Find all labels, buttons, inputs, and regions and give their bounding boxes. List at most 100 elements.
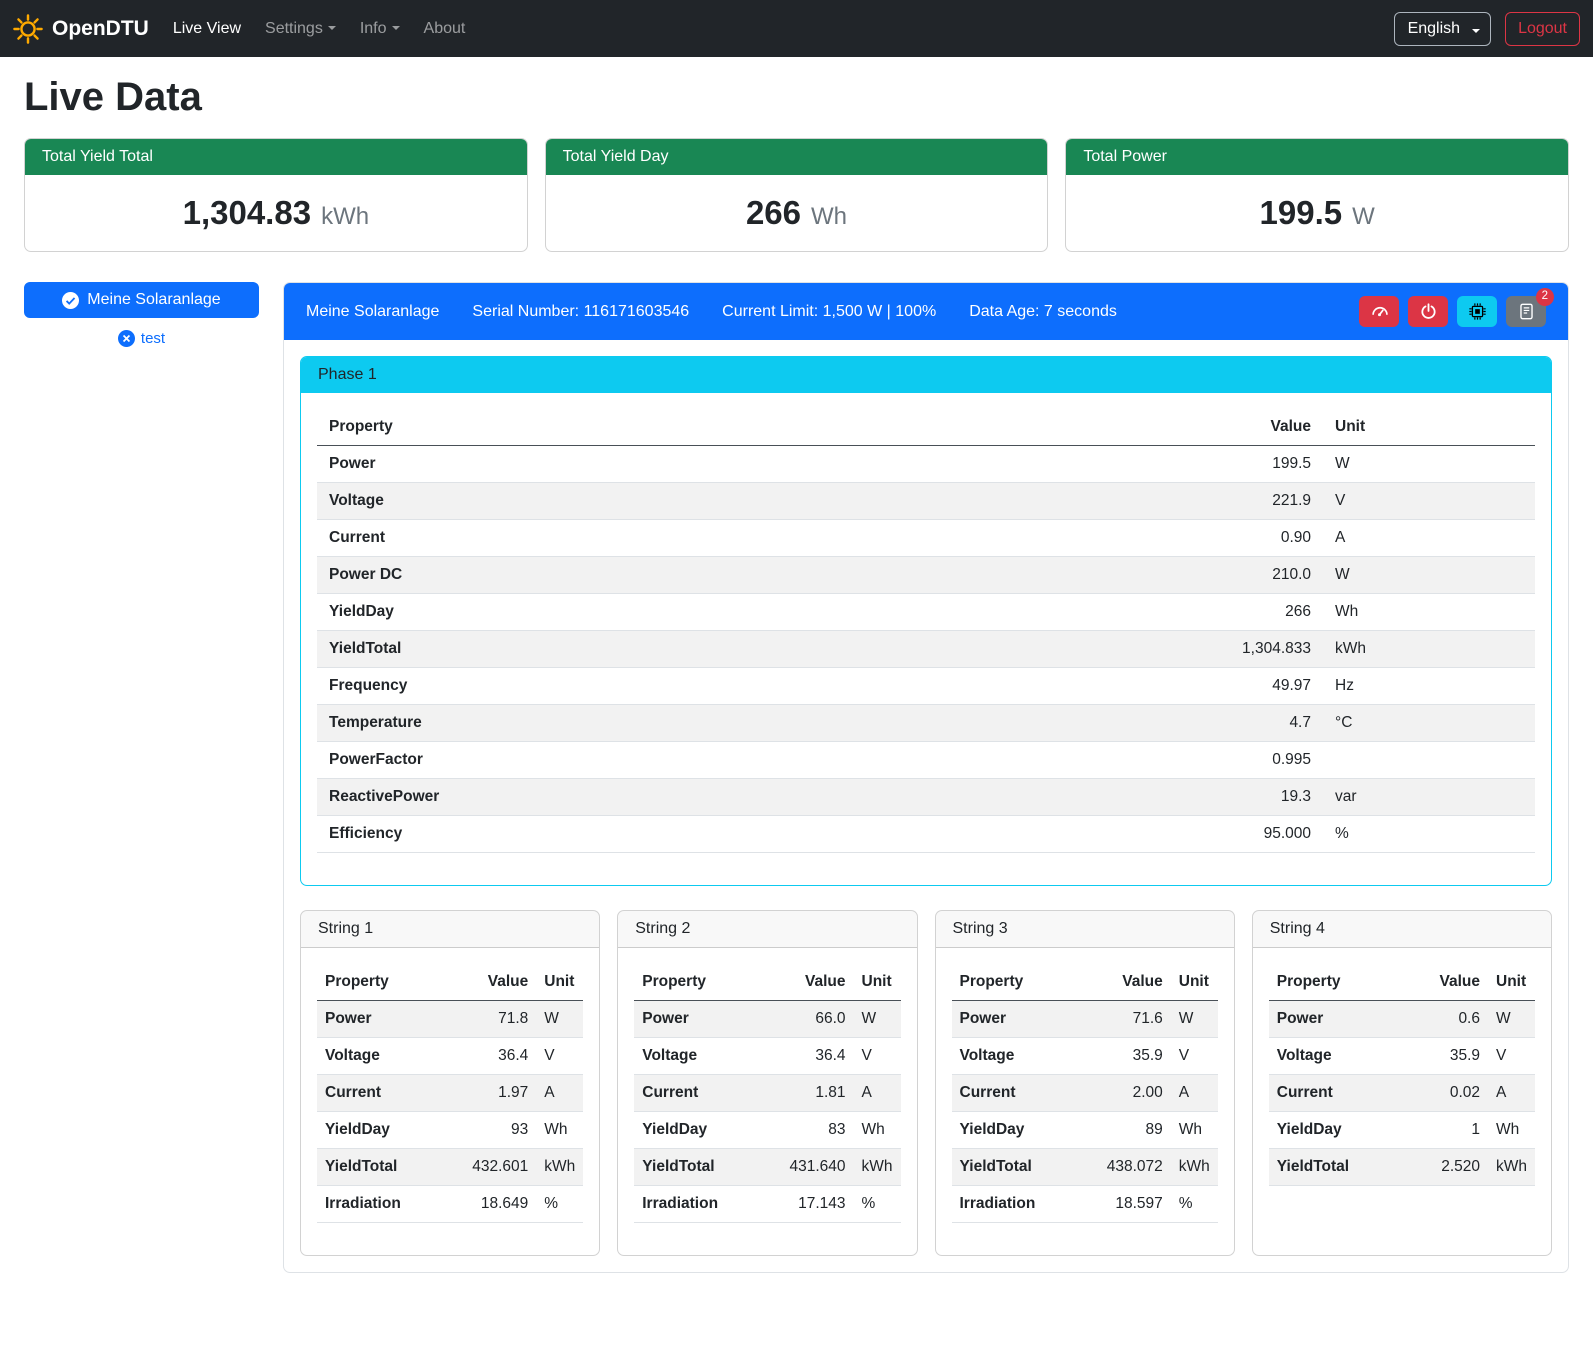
language-select[interactable]: English: [1394, 12, 1491, 46]
value-cell: 221.9: [1173, 483, 1323, 520]
nav-item-about[interactable]: About: [412, 12, 478, 46]
phase-card: Phase 1 Property Value Unit: [300, 356, 1552, 886]
unit-cell: %: [536, 1186, 583, 1223]
table-row: Voltage 36.4 V: [317, 1038, 583, 1075]
nav-item-settings[interactable]: Settings: [253, 12, 348, 46]
property-cell: Irradiation: [634, 1186, 781, 1223]
brand[interactable]: OpenDTU: [13, 14, 149, 44]
column-header-property: Property: [952, 964, 1099, 1001]
string-title: String 2: [618, 911, 916, 948]
total-yield-day-card: Total Yield Day 266 Wh: [545, 138, 1049, 252]
value-cell: 95.000: [1173, 816, 1323, 853]
value-cell: 1: [1416, 1112, 1488, 1149]
navbar: OpenDTU Live View Settings Info About En…: [0, 0, 1593, 57]
table-row: Voltage 221.9 V: [317, 483, 1535, 520]
limit-settings-button[interactable]: [1359, 296, 1399, 327]
property-cell: Voltage: [634, 1038, 781, 1075]
chevron-down-icon: [328, 26, 336, 30]
logout-button[interactable]: Logout: [1505, 12, 1580, 46]
unit-cell: [1323, 742, 1535, 779]
cpu-icon: [1469, 303, 1486, 320]
unit-cell: kWh: [536, 1149, 583, 1186]
string-title: String 4: [1253, 911, 1551, 948]
card-title: Total Power: [1066, 139, 1568, 175]
value-cell: 438.072: [1099, 1149, 1171, 1186]
value-cell: 89: [1099, 1112, 1171, 1149]
string-table: Property Value Unit: [1269, 964, 1535, 1186]
column-header-unit: Unit: [1488, 964, 1535, 1001]
property-cell: Power: [634, 1001, 781, 1038]
unit-cell: W: [536, 1001, 583, 1038]
unit-cell: W: [1323, 557, 1535, 594]
property-cell: Efficiency: [317, 816, 1173, 853]
table-row: Voltage 35.9 V: [1269, 1038, 1535, 1075]
value-cell: 1.97: [464, 1075, 536, 1112]
property-cell: YieldDay: [634, 1112, 781, 1149]
current-limit: Current Limit: 1,500 W | 100%: [722, 303, 936, 321]
table-header-row: Property Value Unit: [634, 964, 900, 1001]
table-row: Current 1.81 A: [634, 1075, 900, 1112]
value-cell: 0.6: [1416, 1001, 1488, 1038]
table-header-row: Property Value Unit: [317, 409, 1535, 446]
check-circle-icon: [62, 292, 79, 309]
unit-cell: Wh: [536, 1112, 583, 1149]
nav-item-live-view[interactable]: Live View: [161, 12, 253, 46]
unit-cell: var: [1323, 779, 1535, 816]
table-row: Temperature 4.7 °C: [317, 705, 1535, 742]
property-cell: YieldDay: [317, 594, 1173, 631]
unit-cell: W: [1171, 1001, 1218, 1038]
column-header-value: Value: [1099, 964, 1171, 1001]
x-circle-icon: [118, 330, 135, 347]
inverter-name-label: Meine Solaranlage: [87, 291, 220, 309]
main-row: Meine Solaranlage test Meine Solaranlage…: [24, 282, 1569, 1273]
unit-cell: A: [536, 1075, 583, 1112]
event-count-badge: 2: [1536, 288, 1554, 306]
unit-cell: V: [854, 1038, 901, 1075]
value-cell: 1.81: [781, 1075, 853, 1112]
phase-title: Phase 1: [301, 357, 1551, 393]
event-log-button[interactable]: 2: [1506, 296, 1546, 327]
string-card: String 1 Property Value Unit: [300, 910, 600, 1256]
property-cell: Current: [1269, 1075, 1416, 1112]
page-title: Live Data: [24, 75, 1569, 120]
column-header-property: Property: [1269, 964, 1416, 1001]
unit-cell: W: [854, 1001, 901, 1038]
table-row: Power 199.5 W: [317, 446, 1535, 483]
property-cell: Voltage: [952, 1038, 1099, 1075]
column-header-property: Property: [634, 964, 781, 1001]
value-cell: 199.5: [1173, 446, 1323, 483]
device-info-button[interactable]: [1457, 296, 1497, 327]
property-cell: YieldTotal: [1269, 1149, 1416, 1186]
table-header-row: Property Value Unit: [317, 964, 583, 1001]
unit-cell: W: [1323, 446, 1535, 483]
table-row: Current 0.02 A: [1269, 1075, 1535, 1112]
table-row: YieldDay 266 Wh: [317, 594, 1535, 631]
table-row: YieldTotal 2.520 kWh: [1269, 1149, 1535, 1186]
property-cell: Frequency: [317, 668, 1173, 705]
value-cell: 71.8: [464, 1001, 536, 1038]
table-row: Current 2.00 A: [952, 1075, 1218, 1112]
property-cell: YieldDay: [952, 1112, 1099, 1149]
column-header-property: Property: [317, 964, 464, 1001]
table-row: YieldDay 93 Wh: [317, 1112, 583, 1149]
inverter-select-test-button[interactable]: test: [112, 329, 171, 348]
value-cell: 17.143: [781, 1186, 853, 1223]
property-cell: Irradiation: [317, 1186, 464, 1223]
string-card: String 2 Property Value Unit: [617, 910, 917, 1256]
column-header-value: Value: [1416, 964, 1488, 1001]
power-toggle-button[interactable]: [1408, 296, 1448, 327]
summary-cards-row: Total Yield Total 1,304.83 kWh Total Yie…: [24, 138, 1569, 252]
nav-item-info[interactable]: Info: [348, 12, 412, 46]
strings-grid: String 1 Property Value Unit: [300, 910, 1552, 1256]
string-card: String 4 Property Value Unit: [1252, 910, 1552, 1256]
table-header-row: Property Value Unit: [1269, 964, 1535, 1001]
property-cell: Current: [317, 520, 1173, 557]
column-header-property: Property: [317, 409, 1173, 446]
column-header-unit: Unit: [1323, 409, 1535, 446]
unit-cell: kWh: [854, 1149, 901, 1186]
inverter-select-active-button[interactable]: Meine Solaranlage: [24, 282, 259, 318]
journal-icon: [1518, 303, 1535, 320]
language-select-value: English: [1408, 20, 1460, 38]
table-row: Irradiation 18.649 %: [317, 1186, 583, 1223]
card-title: Total Yield Total: [25, 139, 527, 175]
